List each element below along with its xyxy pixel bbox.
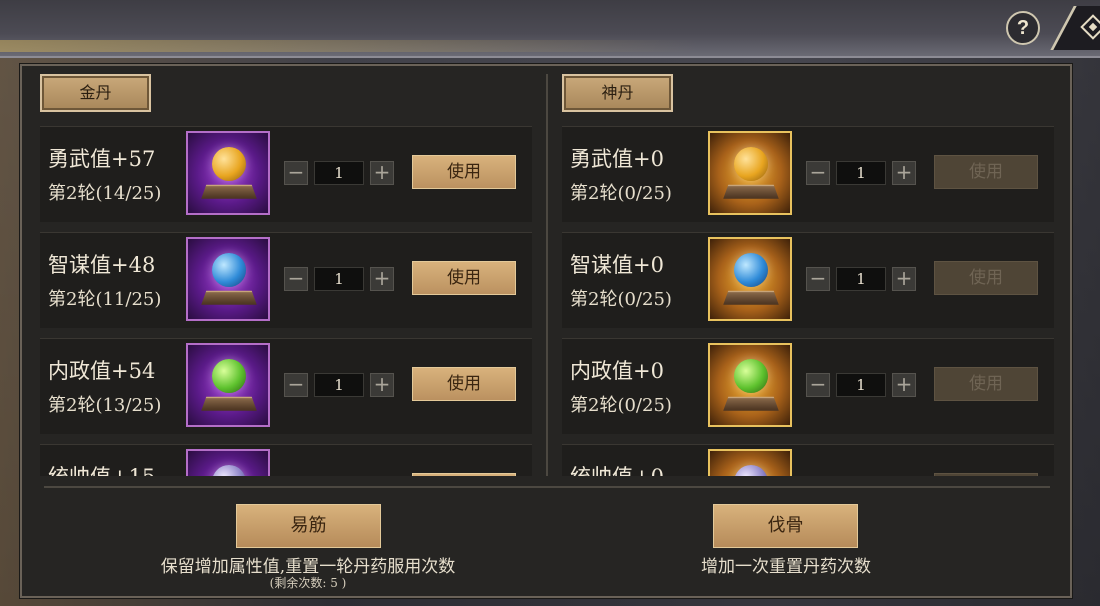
tab-golden-elixir[interactable]: 金丹 xyxy=(40,74,151,112)
item-slot[interactable] xyxy=(186,449,270,476)
item-slot[interactable] xyxy=(186,131,270,215)
decrease-button[interactable]: − xyxy=(806,267,830,291)
pedestal-icon xyxy=(201,396,257,411)
stat-bonus-label: 勇武值+0 xyxy=(570,147,664,171)
quantity-stepper[interactable]: 1 xyxy=(314,267,364,291)
quantity-stepper[interactable]: 1 xyxy=(836,373,886,397)
elixir-panel: 金丹 勇武值+57 第2轮(14/25) − 1 + 使用 智谋值+48 第2轮… xyxy=(20,64,1072,598)
decrease-button[interactable]: − xyxy=(284,161,308,185)
golden-elixir-column: 金丹 勇武值+57 第2轮(14/25) − 1 + 使用 智谋值+48 第2轮… xyxy=(38,66,538,476)
quantity-stepper[interactable]: 1 xyxy=(836,161,886,185)
decrease-button[interactable]: − xyxy=(806,373,830,397)
stat-bonus-label: 智谋值+48 xyxy=(48,253,156,277)
tab-divine-elixir[interactable]: 神丹 xyxy=(562,74,673,112)
round-progress-label: 第2轮(0/25) xyxy=(570,183,672,204)
top-bar-highlight xyxy=(0,40,700,52)
violet-orb-icon xyxy=(212,465,246,476)
reset-marrow-button[interactable]: 易筋 xyxy=(236,504,381,548)
stat-bonus-label: 统帅值+15 xyxy=(48,461,155,476)
list-item: 内政值+0 第2轮(0/25) − 1 + 使用 xyxy=(562,338,1054,434)
list-item: 统帅值+15 xyxy=(40,444,532,476)
item-slot[interactable] xyxy=(708,131,792,215)
violet-orb-icon xyxy=(734,465,768,476)
quantity-stepper[interactable]: 1 xyxy=(836,267,886,291)
pedestal-icon xyxy=(201,184,257,199)
stat-bonus-label: 统帅值+0 xyxy=(570,461,664,476)
column-divider xyxy=(546,74,548,476)
list-item: 勇武值+0 第2轮(0/25) − 1 + 使用 xyxy=(562,126,1054,222)
round-progress-label: 第2轮(14/25) xyxy=(48,183,162,204)
blue-orb-icon xyxy=(734,253,768,287)
list-item: 内政值+54 第2轮(13/25) − 1 + 使用 xyxy=(40,338,532,434)
stat-bonus-label: 内政值+0 xyxy=(570,359,664,383)
stat-bonus-label: 智谋值+0 xyxy=(570,253,664,277)
use-button[interactable]: 使用 xyxy=(934,155,1038,189)
pedestal-icon xyxy=(723,290,779,305)
increase-button[interactable]: + xyxy=(370,267,394,291)
increase-button[interactable]: + xyxy=(892,161,916,185)
green-orb-icon xyxy=(212,359,246,393)
decrease-button[interactable]: − xyxy=(284,373,308,397)
item-slot[interactable] xyxy=(708,343,792,427)
increase-button[interactable]: + xyxy=(370,373,394,397)
list-item: 智谋值+0 第2轮(0/25) − 1 + 使用 xyxy=(562,232,1054,328)
decrease-button[interactable]: − xyxy=(806,161,830,185)
use-button[interactable]: 使用 xyxy=(412,155,516,189)
reset-bone-button[interactable]: 伐骨 xyxy=(713,504,858,548)
top-bar xyxy=(0,0,1100,58)
divine-elixir-column: 神丹 勇武值+0 第2轮(0/25) − 1 + 使用 智谋值+0 第2轮(0/… xyxy=(560,66,1060,476)
reset-bone-description: 增加一次重置丹药次数 xyxy=(701,557,871,577)
stat-bonus-label: 勇武值+57 xyxy=(48,147,156,171)
increase-button[interactable]: + xyxy=(892,373,916,397)
round-progress-label: 第2轮(0/25) xyxy=(570,289,672,310)
gold-orb-icon xyxy=(734,147,768,181)
round-progress-label: 第2轮(0/25) xyxy=(570,395,672,416)
item-slot[interactable] xyxy=(186,343,270,427)
round-progress-label: 第2轮(13/25) xyxy=(48,395,162,416)
item-slot[interactable] xyxy=(708,237,792,321)
round-progress-label: 第2轮(11/25) xyxy=(48,289,162,310)
pedestal-icon xyxy=(723,396,779,411)
use-button[interactable] xyxy=(412,473,516,476)
increase-button[interactable]: + xyxy=(370,161,394,185)
use-button[interactable]: 使用 xyxy=(934,367,1038,401)
quantity-stepper[interactable]: 1 xyxy=(314,373,364,397)
use-button[interactable]: 使用 xyxy=(412,261,516,295)
list-item: 统帅值+0 xyxy=(562,444,1054,476)
use-button[interactable]: 使用 xyxy=(934,261,1038,295)
gold-orb-icon xyxy=(212,147,246,181)
blue-orb-icon xyxy=(212,253,246,287)
pedestal-icon xyxy=(723,184,779,199)
use-button[interactable] xyxy=(934,473,1038,476)
use-button[interactable]: 使用 xyxy=(412,367,516,401)
stat-bonus-label: 内政值+54 xyxy=(48,359,156,383)
remaining-count-label: (剩余次数: 5 ) xyxy=(269,576,347,590)
item-slot[interactable] xyxy=(708,449,792,476)
pedestal-icon xyxy=(201,290,257,305)
section-divider xyxy=(44,486,1050,488)
decrease-button[interactable]: − xyxy=(284,267,308,291)
help-button[interactable]: ? xyxy=(1006,11,1040,45)
green-orb-icon xyxy=(734,359,768,393)
quantity-stepper[interactable]: 1 xyxy=(314,161,364,185)
increase-button[interactable]: + xyxy=(892,267,916,291)
list-item: 勇武值+57 第2轮(14/25) − 1 + 使用 xyxy=(40,126,532,222)
list-item: 智谋值+48 第2轮(11/25) − 1 + 使用 xyxy=(40,232,532,328)
item-slot[interactable] xyxy=(186,237,270,321)
